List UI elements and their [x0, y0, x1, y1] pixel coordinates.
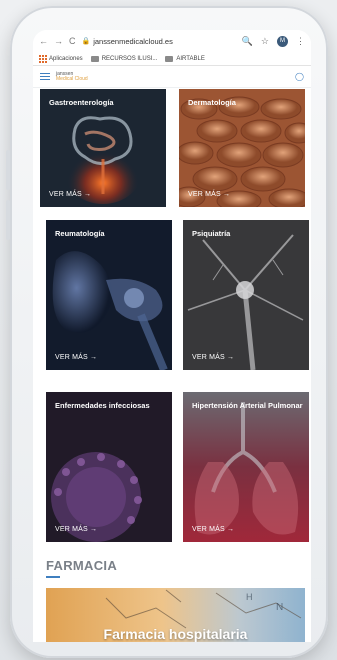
infecciosas-illustration: [46, 392, 172, 542]
psiquiatria-illustration: [183, 220, 309, 370]
card-title: Reumatología: [55, 229, 105, 238]
more-menu-icon[interactable]: ⋮: [296, 36, 305, 47]
card-more-link[interactable]: VER MÁS →: [192, 354, 234, 361]
card-gastroenterologia[interactable]: Gastroenterología VER MÁS →: [40, 89, 166, 207]
address-field[interactable]: 🔒 janssenmedicalcloud.es: [82, 37, 236, 46]
card-more-link[interactable]: VER MÁS →: [188, 191, 230, 198]
search-icon[interactable]: 🔍: [242, 36, 253, 47]
lock-icon: 🔒: [81, 38, 91, 45]
bookmark-airtable[interactable]: AIRTABLE: [165, 55, 205, 62]
folder-icon: [90, 55, 99, 62]
star-icon[interactable]: ☆: [261, 36, 269, 47]
reumatologia-illustration: [46, 220, 172, 370]
card-dermatologia[interactable]: Dermatología VER MÁS →: [179, 89, 305, 207]
card-psiquiatria[interactable]: Psiquiatría VER MÁS →: [183, 220, 309, 370]
address-text: janssenmedicalcloud.es: [93, 36, 173, 46]
card-title: Gastroenterología: [49, 98, 114, 107]
back-icon[interactable]: ←: [39, 36, 48, 46]
main-content: Gastroenterología VER MÁS → Dermatología…: [33, 88, 311, 642]
apps-icon: [39, 55, 47, 63]
card-title: Hipertensión Arterial Pulmonar: [192, 401, 303, 410]
phone-side-button: [6, 200, 10, 240]
bookmark-label: Aplicaciones: [49, 55, 83, 62]
folder-icon: [165, 55, 174, 62]
profile-avatar[interactable]: M: [277, 35, 288, 47]
bookmark-apps[interactable]: Aplicaciones: [39, 55, 83, 63]
site-header: janssen Medical Cloud ◯: [33, 66, 311, 88]
pulmonar-illustration: [183, 392, 309, 542]
card-more-link[interactable]: VER MÁS →: [192, 526, 234, 533]
bookmarks-bar: Aplicaciones RECURSOS ILUSI... AIRTABLE: [33, 52, 311, 66]
bookmark-label: RECURSOS ILUSI...: [101, 55, 158, 62]
reload-icon[interactable]: C: [69, 36, 76, 46]
bookmark-label: AIRTABLE: [176, 55, 205, 62]
banner-farmacia-hospitalaria[interactable]: N H Farmacia hospitalaria: [46, 588, 305, 642]
card-title: Enfermedades infecciosas: [55, 401, 150, 410]
card-reumatologia[interactable]: Reumatología VER MÁS →: [46, 220, 172, 370]
svg-text:H: H: [246, 592, 253, 602]
svg-text:N: N: [276, 602, 283, 613]
user-icon[interactable]: ◯: [295, 72, 304, 81]
browser-url-bar: ← → C 🔒 janssenmedicalcloud.es 🔍 ☆ M ⋮: [33, 30, 311, 52]
logo-line-2: Medical Cloud: [56, 75, 88, 82]
card-hipertension-arterial-pulmonar[interactable]: Hipertensión Arterial Pulmonar VER MÁS →: [183, 392, 309, 542]
phone-screen: ← → C 🔒 janssenmedicalcloud.es 🔍 ☆ M ⋮ A…: [33, 30, 311, 642]
card-title: Psiquiatría: [192, 229, 231, 238]
banner-title: Farmacia hospitalaria: [103, 626, 248, 642]
phone-side-button: [6, 150, 10, 190]
site-logo[interactable]: janssen Medical Cloud: [56, 71, 88, 82]
card-more-link[interactable]: VER MÁS →: [49, 191, 91, 198]
card-title: Dermatología: [188, 98, 236, 107]
card-more-link[interactable]: VER MÁS →: [55, 354, 97, 361]
card-more-link[interactable]: VER MÁS →: [55, 526, 97, 533]
forward-icon[interactable]: →: [54, 36, 63, 46]
card-enfermedades-infecciosas[interactable]: Enfermedades infecciosas VER MÁS →: [46, 392, 172, 542]
menu-icon[interactable]: [40, 73, 50, 80]
bookmark-recursos[interactable]: RECURSOS ILUSI...: [90, 55, 158, 62]
section-underline: [46, 576, 60, 578]
section-title-farmacia: FARMACIA: [46, 558, 118, 573]
